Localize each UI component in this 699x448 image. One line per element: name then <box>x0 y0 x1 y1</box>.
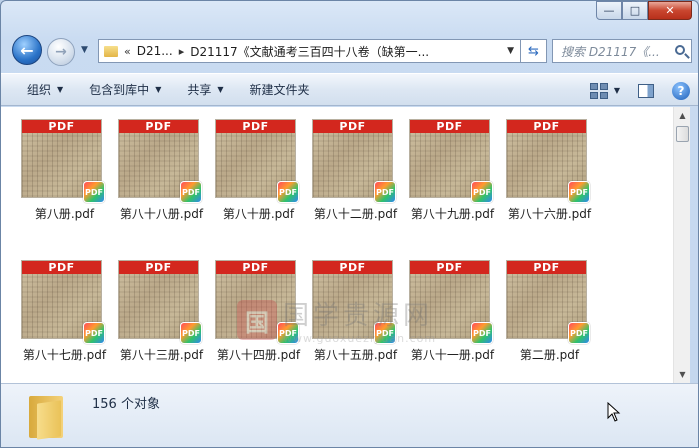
pdf-banner: PDF <box>119 120 198 133</box>
file-item[interactable]: PDF PDF 第八十四册.pdf <box>211 250 306 370</box>
share-label: 共享 <box>187 83 212 97</box>
command-bar: 组织 ▼ 包含到库中 ▼ 共享 ▼ 新建文件夹 ▼ ? <box>1 73 698 106</box>
pdf-banner: PDF <box>313 261 392 274</box>
pdf-app-icon: PDF <box>471 181 493 203</box>
pdf-app-icon: PDF <box>471 322 493 344</box>
folder-icon <box>104 45 118 57</box>
file-item[interactable]: PDF PDF 第八十二册.pdf <box>308 109 403 229</box>
file-item[interactable]: PDF PDF 第八十九册.pdf <box>405 109 500 229</box>
close-button[interactable]: ✕ <box>648 1 692 20</box>
pdf-banner: PDF <box>119 261 198 274</box>
file-item[interactable]: PDF PDF 第八十五册.pdf <box>308 250 403 370</box>
help-icon[interactable]: ? <box>672 81 690 100</box>
pdf-app-icon: PDF <box>277 181 299 203</box>
organize-button[interactable]: 组织 ▼ <box>27 81 63 98</box>
pdf-app-icon: PDF <box>180 322 202 344</box>
file-name: 第二册.pdf <box>519 348 580 362</box>
arrow-left-icon: ← <box>20 40 34 60</box>
pdf-banner: PDF <box>507 120 586 133</box>
scroll-thumb[interactable] <box>676 126 689 142</box>
address-segment-parent[interactable]: D21... <box>137 44 173 58</box>
file-item[interactable]: PDF PDF 第二册.pdf <box>502 250 597 370</box>
arrow-right-icon: → <box>55 44 67 60</box>
scroll-up-arrow-icon[interactable]: ▲ <box>674 107 691 124</box>
pdf-banner: PDF <box>410 261 489 274</box>
back-button[interactable]: ← <box>12 35 42 65</box>
explorer-window: — □ ✕ ← → ▼ « D21... ▸ D21117《文献通考三百四十八卷… <box>0 0 699 448</box>
navigation-row: ← → ▼ « D21... ▸ D21117《文献通考三百四十八卷（缺第一..… <box>1 33 698 67</box>
pdf-app-icon: PDF <box>277 322 299 344</box>
pdf-banner: PDF <box>22 120 101 133</box>
include-in-library-button[interactable]: 包含到库中 ▼ <box>89 81 161 98</box>
view-dropdown[interactable]: ▼ <box>614 86 620 95</box>
chevron-down-icon: ▼ <box>217 85 224 94</box>
view-controls: ▼ ? <box>589 74 698 107</box>
file-item[interactable]: PDF PDF 第八十六册.pdf <box>502 109 597 229</box>
pdf-app-icon: PDF <box>180 181 202 203</box>
address-overflow[interactable]: « <box>124 45 131 58</box>
file-item[interactable]: PDF PDF 第八十一册.pdf <box>405 250 500 370</box>
file-item[interactable]: PDF PDF 第八十八册.pdf <box>114 109 209 229</box>
file-item[interactable]: PDF PDF 第八十七册.pdf <box>17 250 112 370</box>
new-folder-button[interactable]: 新建文件夹 <box>250 81 310 98</box>
pdf-banner: PDF <box>410 120 489 133</box>
file-item[interactable]: PDF PDF 第八册.pdf <box>17 109 112 229</box>
minimize-button[interactable]: — <box>596 1 622 20</box>
scroll-down-arrow-icon[interactable]: ▼ <box>674 366 691 383</box>
address-segment-current[interactable]: D21117《文献通考三百四十八卷（缺第一... <box>190 43 429 60</box>
recent-pages-dropdown[interactable]: ▼ <box>81 45 88 55</box>
chevron-down-icon: ▼ <box>155 85 162 94</box>
search-box[interactable]: 搜索 D21117《... <box>552 39 692 63</box>
address-separator[interactable]: ▸ <box>179 45 185 58</box>
file-item[interactable]: PDF PDF 第八十册.pdf <box>211 109 306 229</box>
refresh-button[interactable]: ⇆ <box>521 39 547 63</box>
file-list[interactable]: PDF PDF 第八册.pdf PDF PDF 第八十八册.pdf PDF PD… <box>1 107 673 383</box>
pdf-app-icon: PDF <box>568 181 590 203</box>
forward-button[interactable]: → <box>47 38 75 66</box>
include-library-label: 包含到库中 <box>89 83 150 97</box>
view-options-icon[interactable] <box>589 82 608 99</box>
caption-buttons: — □ ✕ <box>596 1 692 20</box>
share-button[interactable]: 共享 ▼ <box>187 81 223 98</box>
item-count: 156 个对象 <box>92 397 160 412</box>
file-name: 第八十六册.pdf <box>507 207 592 221</box>
chevron-down-icon: ▼ <box>57 85 64 94</box>
pdf-banner: PDF <box>507 261 586 274</box>
pdf-app-icon: PDF <box>374 322 396 344</box>
pdf-banner: PDF <box>216 261 295 274</box>
pdf-app-icon: PDF <box>83 322 105 344</box>
folder-icon <box>29 392 63 440</box>
pdf-banner: PDF <box>22 261 101 274</box>
file-item[interactable]: PDF PDF 第八十三册.pdf <box>114 250 209 370</box>
new-folder-label: 新建文件夹 <box>249 83 310 97</box>
address-bar[interactable]: « D21... ▸ D21117《文献通考三百四十八卷（缺第一... ▼ <box>98 39 521 63</box>
pdf-app-icon: PDF <box>83 181 105 203</box>
pdf-app-icon: PDF <box>374 181 396 203</box>
search-icon[interactable] <box>675 45 685 55</box>
organize-label: 组织 <box>27 83 52 97</box>
pdf-app-icon: PDF <box>568 322 590 344</box>
chevron-down-icon[interactable]: ▼ <box>507 46 514 56</box>
details-pane: 156 个对象 <box>1 383 698 447</box>
vertical-scrollbar[interactable]: ▲ ▼ <box>673 107 690 383</box>
pdf-banner: PDF <box>313 120 392 133</box>
search-input[interactable]: 搜索 D21117《... <box>561 43 667 60</box>
maximize-button[interactable]: □ <box>622 1 648 20</box>
preview-pane-icon[interactable] <box>638 83 654 98</box>
refresh-icon: ⇆ <box>528 43 539 59</box>
pdf-banner: PDF <box>216 120 295 133</box>
